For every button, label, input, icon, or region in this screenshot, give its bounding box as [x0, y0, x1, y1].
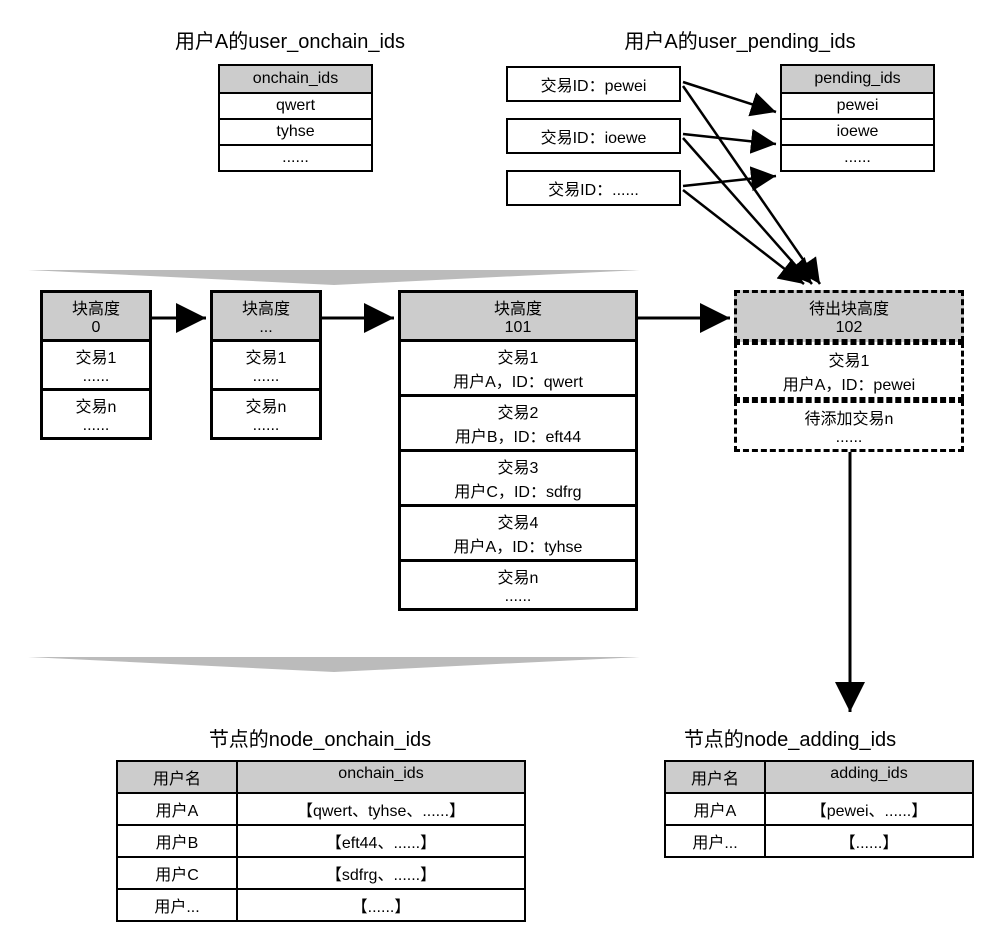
block-102-pending: 待出块高度102 交易1用户A，ID：pewei 待添加交易n...... — [734, 290, 964, 452]
onchain-id-row: tyhse — [220, 120, 371, 146]
block-cell: 待添加交易n...... — [734, 400, 964, 452]
block-cell: 交易4用户A，ID：tyhse — [398, 507, 638, 562]
block-cell: 交易1...... — [40, 342, 152, 391]
title-node-onchain: 节点的node_onchain_ids — [180, 723, 460, 752]
td-ids: 【qwert、tyhse、......】 — [238, 794, 524, 826]
block-cell: 交易n...... — [398, 562, 638, 611]
onchain-ids-header: onchain_ids — [220, 66, 371, 94]
tx-id-box: 交易ID：ioewe — [506, 118, 681, 154]
td-ids: 【......】 — [766, 826, 972, 856]
block-101: 块高度101 交易1用户A，ID：qwert 交易2用户B，ID：eft44 交… — [398, 290, 638, 611]
block-head: 块高度0 — [40, 290, 152, 342]
onchain-id-row: qwert — [220, 94, 371, 120]
td-user: 用户A — [118, 794, 238, 826]
title-node-adding: 节点的node_adding_ids — [650, 723, 930, 752]
tx-id-box: 交易ID：...... — [506, 170, 681, 206]
block-cell: 交易n...... — [210, 391, 322, 440]
bracket-top-icon — [28, 270, 640, 285]
th-ids: onchain_ids — [238, 762, 524, 794]
block-cell: 交易1用户A，ID：pewei — [734, 342, 964, 400]
block-cell: 交易2用户B，ID：eft44 — [398, 397, 638, 452]
title-user-pending: 用户A的user_pending_ids — [600, 25, 880, 54]
block-cell: 交易n...... — [40, 391, 152, 440]
td-user: 用户A — [666, 794, 766, 826]
td-user: 用户... — [118, 890, 238, 920]
pending-id-row: ioewe — [782, 120, 933, 146]
pending-id-row: pewei — [782, 94, 933, 120]
onchain-ids-table: onchain_ids qwert tyhse ...... — [218, 64, 373, 172]
pending-id-row: ...... — [782, 146, 933, 170]
td-user: 用户... — [666, 826, 766, 856]
block-cell: 交易3用户C，ID：sdfrg — [398, 452, 638, 507]
td-user: 用户B — [118, 826, 238, 858]
td-ids: 【pewei、......】 — [766, 794, 972, 826]
td-ids: 【sdfrg、......】 — [238, 858, 524, 890]
arrow-icon — [683, 134, 776, 144]
block-0: 块高度0 交易1...... 交易n...... — [40, 290, 152, 440]
onchain-id-row: ...... — [220, 146, 371, 170]
tx-id-box: 交易ID：pewei — [506, 66, 681, 102]
arrow-icon — [683, 190, 804, 284]
block-dots: 块高度... 交易1...... 交易n...... — [210, 290, 322, 440]
block-head: 待出块高度102 — [734, 290, 964, 342]
th-user: 用户名 — [666, 762, 766, 794]
block-cell: 交易1...... — [210, 342, 322, 391]
th-user: 用户名 — [118, 762, 238, 794]
pending-ids-table: pending_ids pewei ioewe ...... — [780, 64, 935, 172]
block-head: 块高度... — [210, 290, 322, 342]
bracket-bottom-icon — [28, 657, 640, 672]
node-onchain-table: 用户名 onchain_ids 用户A【qwert、tyhse、......】 … — [116, 760, 526, 922]
td-ids: 【eft44、......】 — [238, 826, 524, 858]
title-user-onchain: 用户A的user_onchain_ids — [150, 25, 430, 54]
td-user: 用户C — [118, 858, 238, 890]
th-ids: adding_ids — [766, 762, 972, 794]
pending-ids-header: pending_ids — [782, 66, 933, 94]
node-adding-table: 用户名 adding_ids 用户A【pewei、......】 用户...【.… — [664, 760, 974, 858]
arrow-icon — [683, 176, 776, 186]
block-cell: 交易1用户A，ID：qwert — [398, 342, 638, 397]
td-ids: 【......】 — [238, 890, 524, 920]
block-head: 块高度101 — [398, 290, 638, 342]
arrow-icon — [683, 82, 776, 112]
